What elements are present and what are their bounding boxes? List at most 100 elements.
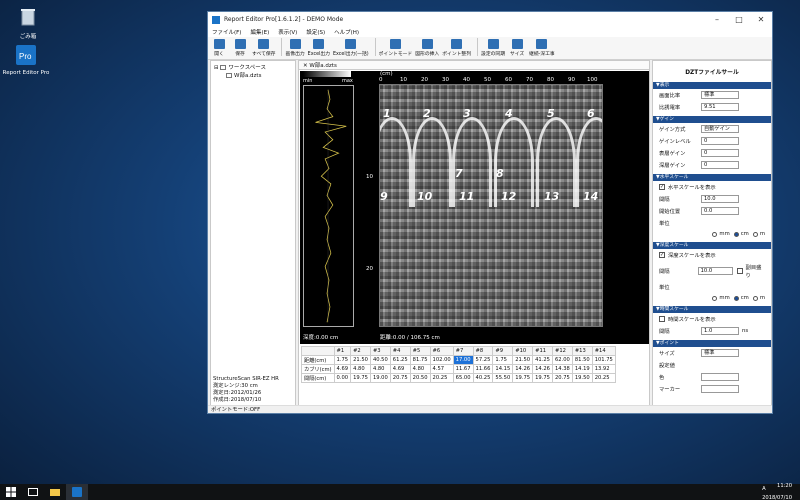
table-cell[interactable]: 20.50 (409, 373, 431, 383)
table-cell[interactable]: 14.15 (492, 364, 514, 374)
table-cell[interactable]: 1.75 (492, 355, 514, 365)
menu-settings[interactable]: 設定(S) (306, 28, 325, 36)
table-cell[interactable]: 13.92 (591, 364, 616, 374)
table-cell[interactable]: 102.00 (429, 355, 454, 365)
start-input[interactable]: 0.0 (701, 207, 739, 215)
clock-date[interactable]: 2018/07/10 (762, 489, 792, 500)
table-cell[interactable]: 14.26 (532, 364, 553, 374)
table-cell[interactable]: 4.57 (429, 364, 454, 374)
table-row[interactable]: 間隔(cm) 0.00 19.75 19.00 20.75 20.50 20.25 65.00… (301, 373, 616, 383)
table-cell[interactable]: 40.50 (369, 355, 391, 365)
minimize-button[interactable]: – (706, 15, 728, 24)
table-cell[interactable]: 19.00 (369, 373, 391, 383)
time-checkbox[interactable] (659, 316, 665, 322)
table-cell[interactable]: 21.50 (350, 355, 371, 365)
h-interval-input[interactable]: 10.0 (701, 195, 739, 203)
table-cell[interactable]: 4.69 (389, 364, 411, 374)
point-marker[interactable]: 6 (587, 107, 595, 120)
save-all-button[interactable]: すべて保存 (252, 39, 275, 57)
open-button[interactable]: 開く (210, 39, 228, 57)
v-unit-m-radio[interactable] (752, 295, 758, 301)
section-point[interactable]: ▼ポイント (653, 340, 771, 347)
align-points-button[interactable]: ポイント整列 (442, 39, 471, 57)
table-cell[interactable]: 81.50 (571, 355, 593, 365)
ime-indicator[interactable]: A (762, 483, 766, 495)
table-cell[interactable]: 4.69 (333, 364, 352, 374)
table-cell[interactable]: 20.25 (591, 373, 616, 383)
table-cell[interactable]: 19.75 (512, 373, 534, 383)
vscale-checkbox[interactable]: ✓ (659, 252, 665, 258)
explorer-button[interactable] (44, 484, 66, 500)
table-cell[interactable]: 4.80 (409, 364, 431, 374)
section-display[interactable]: ▼表示 (653, 82, 771, 89)
v-unit-mm-radio[interactable] (712, 295, 718, 301)
table-cell[interactable]: 19.75 (532, 373, 553, 383)
maximize-button[interactable]: □ (728, 15, 750, 24)
surface-gain-input[interactable]: 0 (701, 149, 739, 157)
recycle-bin-icon[interactable]: ごみ箱 (5, 6, 51, 40)
table-cell[interactable]: 40.25 (472, 373, 494, 383)
table-cell[interactable]: 14.19 (571, 364, 593, 374)
excel-batch-export-button[interactable]: Excel出力(一括) (333, 39, 369, 57)
table-cell[interactable]: 19.50 (571, 373, 593, 383)
point-mode-button[interactable]: ポイントモード (379, 39, 412, 57)
t-interval-input[interactable]: 1.0 (701, 327, 739, 335)
point-marker[interactable]: 10 (417, 190, 432, 203)
table-cell[interactable]: 41.25 (532, 355, 553, 365)
image-export-button[interactable]: 画像出力 (285, 39, 305, 57)
point-marker[interactable]: 5 (547, 107, 555, 120)
continuous-button[interactable]: 継続-深工事 (529, 39, 555, 57)
start-button[interactable] (0, 484, 22, 500)
excel-export-button[interactable]: Excel出力 (308, 39, 330, 57)
tree-root[interactable]: ⊟ ワークスペース (214, 63, 292, 71)
table-row[interactable]: 距離(cm) 1.75 21.50 40.50 61.25 81.75 102.00 17.0… (301, 355, 616, 365)
table-cell[interactable]: 20.75 (551, 373, 573, 383)
permittivity-input[interactable]: 9.51 (701, 103, 739, 111)
point-marker[interactable]: 2 (423, 107, 431, 120)
table-cell[interactable]: 1.75 (333, 355, 352, 365)
section-time[interactable]: ▼時間スケール (653, 306, 771, 313)
table-cell[interactable]: 55.50 (492, 373, 514, 383)
point-marker[interactable]: 11 (459, 190, 474, 203)
h-unit-m-radio[interactable] (752, 231, 758, 237)
insert-shape-button[interactable]: 図形の挿入 (415, 39, 439, 57)
section-hscale[interactable]: ▼水平スケール (653, 174, 771, 181)
save-button[interactable]: 保存 (231, 39, 249, 57)
table-cell[interactable]: 81.75 (409, 355, 431, 365)
radar-view[interactable]: min max (cm) 0 10 20 30 40 50 60 70 80 9… (300, 71, 649, 344)
h-unit-cm-radio[interactable] (733, 231, 739, 237)
point-marker[interactable]: 13 (544, 190, 559, 203)
gain-mode-select[interactable]: 自動ゲイン (701, 125, 739, 133)
gain-level-input[interactable]: 0 (701, 137, 739, 145)
point-marker[interactable]: 8 (496, 167, 504, 180)
ratio-select[interactable]: 標準 (701, 91, 739, 99)
marker-select[interactable] (701, 385, 739, 393)
point-marker[interactable]: 9 (380, 190, 388, 203)
table-cell[interactable]: 4.80 (369, 364, 391, 374)
table-cell[interactable]: 14.38 (551, 364, 573, 374)
table-cell[interactable]: 61.25 (389, 355, 411, 365)
table-cell[interactable]: 17.00 (452, 355, 474, 365)
section-vscale[interactable]: ▼深度スケール (653, 242, 771, 249)
table-row[interactable]: カブリ(cm) 4.69 4.80 4.80 4.69 4.80 4.57 11.67 11.6… (301, 364, 616, 374)
table-cell[interactable]: 14.26 (512, 364, 534, 374)
table-cell[interactable]: 20.75 (389, 373, 411, 383)
table-cell[interactable]: 65.00 (452, 373, 474, 383)
table-cell[interactable]: 19.75 (350, 373, 371, 383)
table-cell[interactable]: 0.00 (333, 373, 352, 383)
task-view-button[interactable] (22, 484, 44, 500)
table-cell[interactable]: 57.25 (472, 355, 494, 365)
table-cell[interactable]: 62.00 (551, 355, 573, 365)
h-unit-mm-radio[interactable] (712, 231, 718, 237)
table-cell[interactable]: 101.75 (591, 355, 616, 365)
deep-gain-input[interactable]: 0 (701, 161, 739, 169)
point-marker[interactable]: 14 (583, 190, 598, 203)
color-picker[interactable] (701, 373, 739, 381)
table-cell[interactable]: 20.25 (429, 373, 454, 383)
sync-settings-button[interactable]: 設定の同期 (481, 39, 505, 57)
aux-checkbox[interactable] (736, 268, 743, 274)
table-cell[interactable]: 21.50 (512, 355, 534, 365)
table-cell[interactable]: 11.66 (472, 364, 494, 374)
point-marker[interactable]: 12 (501, 190, 516, 203)
section-gain[interactable]: ▼ゲイン (653, 116, 771, 123)
